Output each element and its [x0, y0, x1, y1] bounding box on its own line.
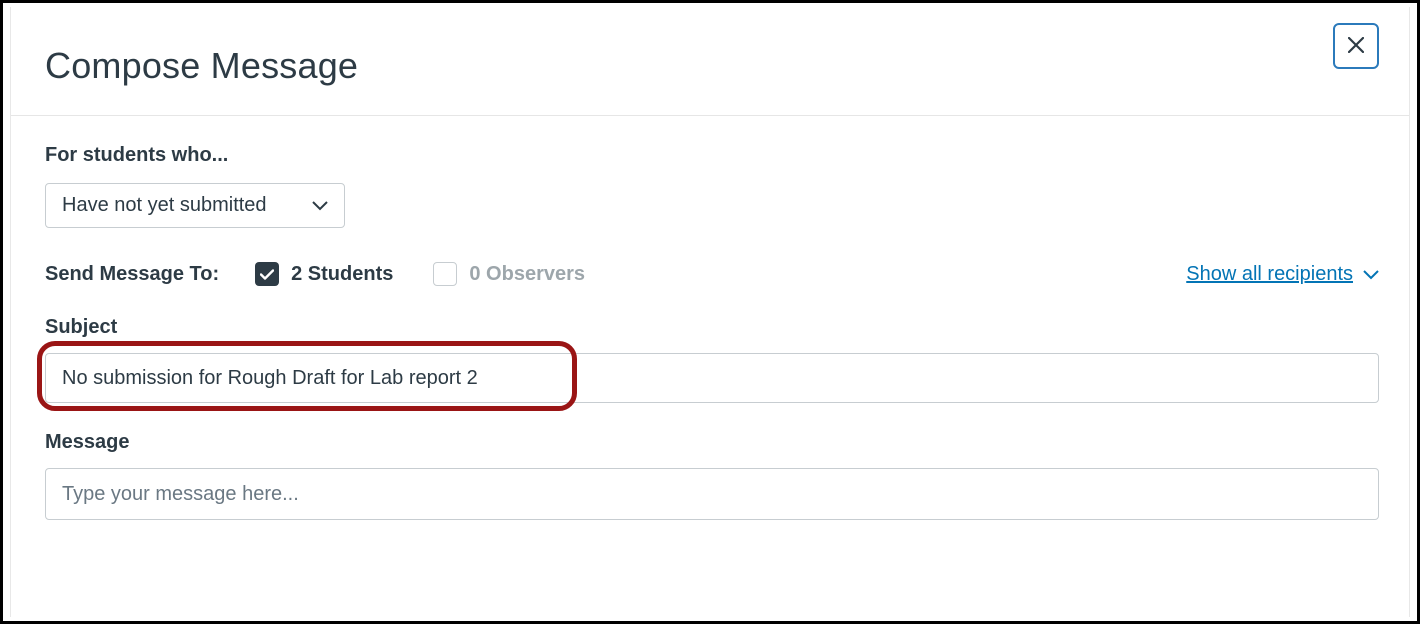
filter-label: For students who... — [45, 144, 1379, 167]
send-to-label: Send Message To: — [45, 263, 219, 286]
chevron-down-icon — [312, 194, 328, 217]
observers-checkbox-group[interactable]: 0 Observers — [433, 262, 585, 286]
subject-section: Subject — [45, 316, 1379, 403]
modal-header: Compose Message — [45, 21, 1379, 87]
modal-title: Compose Message — [45, 45, 358, 87]
close-icon — [1348, 37, 1364, 56]
send-to-row: Send Message To: 2 Students 0 Observers … — [45, 262, 1379, 286]
show-all-recipients-text: Show all recipients — [1186, 263, 1353, 286]
close-button[interactable] — [1333, 23, 1379, 69]
observers-checkbox[interactable] — [433, 262, 457, 286]
filter-dropdown[interactable]: Have not yet submitted — [45, 183, 345, 228]
message-label: Message — [45, 431, 1379, 454]
chevron-down-icon — [1363, 263, 1379, 286]
compose-message-modal: Compose Message For students who... Have… — [10, 7, 1410, 617]
screenshot-frame: Compose Message For students who... Have… — [0, 0, 1420, 624]
message-section: Message — [45, 431, 1379, 525]
students-checkbox[interactable] — [255, 262, 279, 286]
students-checkbox-group[interactable]: 2 Students — [255, 262, 393, 286]
observers-count-label: 0 Observers — [469, 263, 585, 286]
message-textarea[interactable] — [45, 468, 1379, 520]
subject-input-wrapper — [45, 353, 1379, 403]
subject-input[interactable] — [45, 353, 1379, 403]
show-all-recipients-link[interactable]: Show all recipients — [1186, 263, 1379, 286]
filter-section: For students who... Have not yet submitt… — [45, 144, 1379, 228]
header-divider — [11, 115, 1409, 116]
filter-selected-value: Have not yet submitted — [62, 194, 267, 217]
subject-label: Subject — [45, 316, 1379, 339]
students-count-label: 2 Students — [291, 263, 393, 286]
